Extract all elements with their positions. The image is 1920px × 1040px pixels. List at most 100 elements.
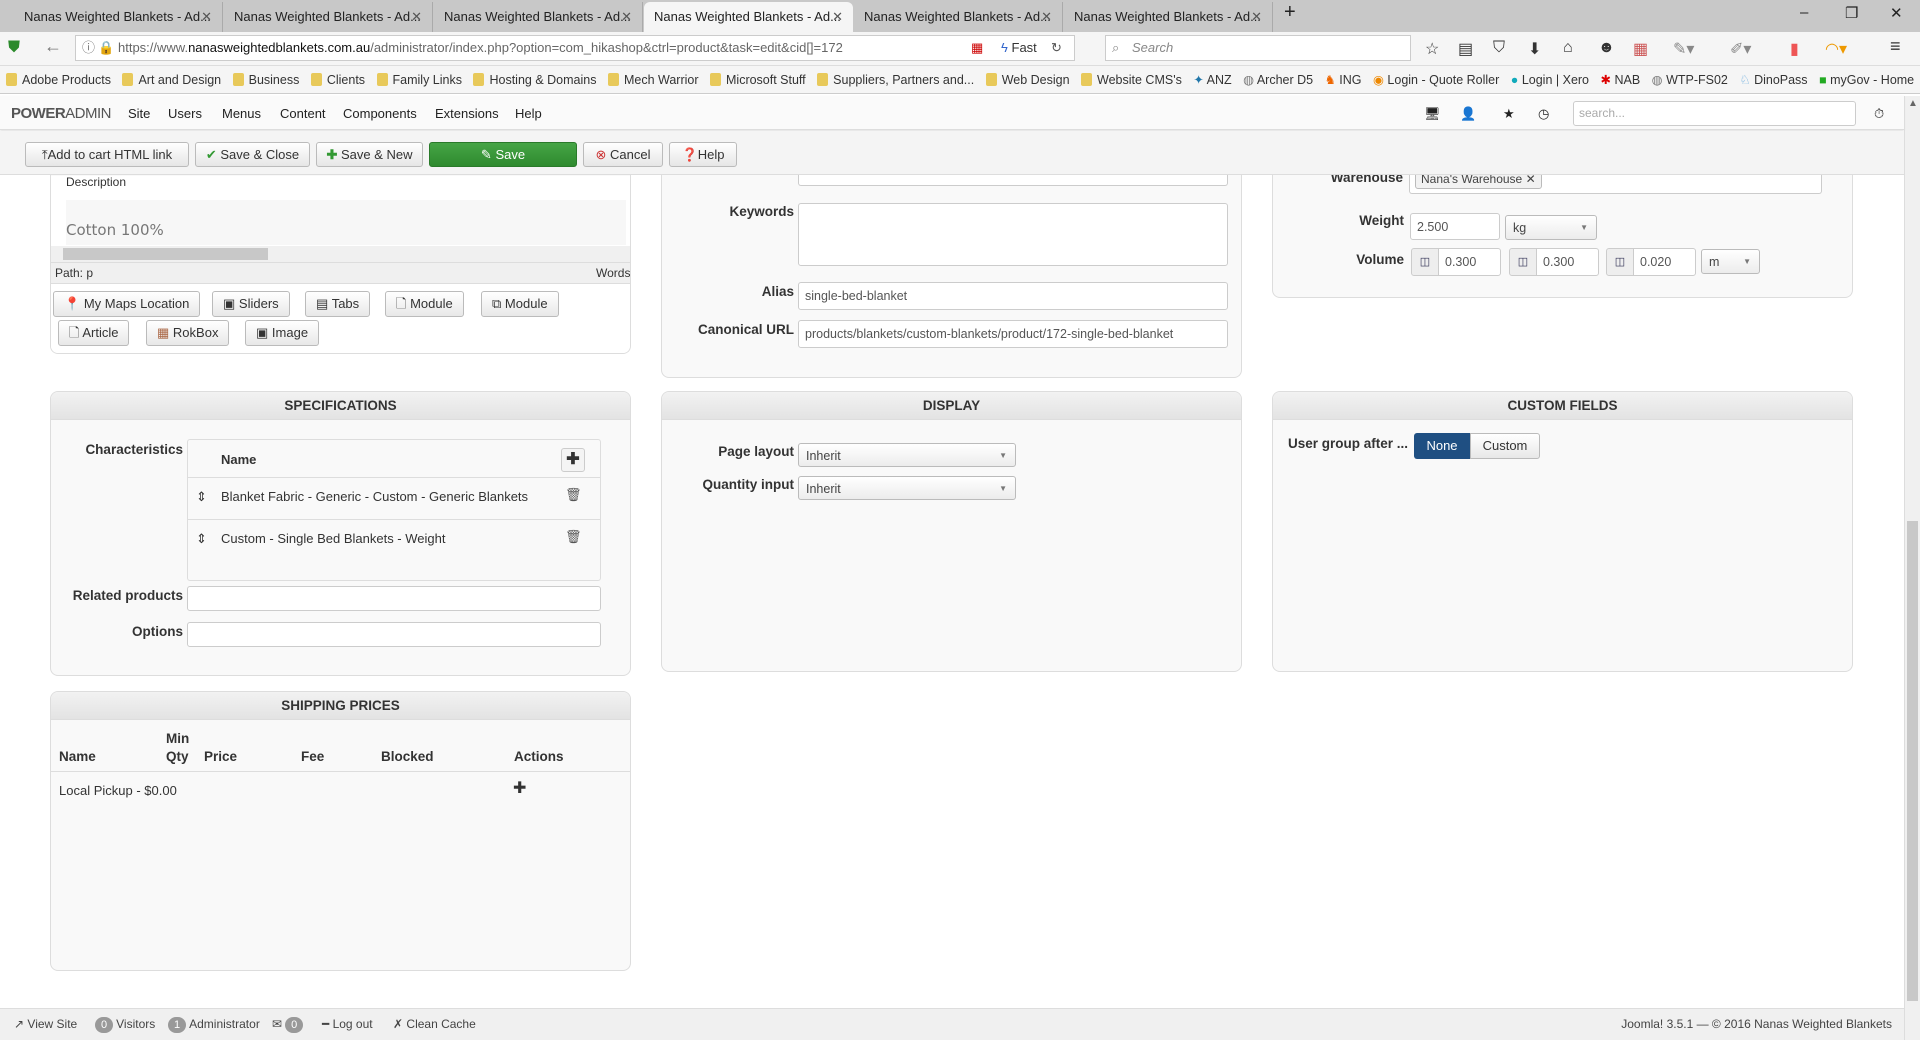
bookmark[interactable]: ✦ ANZ — [1193, 66, 1231, 94]
height-input[interactable]: 0.020 — [1633, 248, 1696, 276]
length-input[interactable]: 0.300 — [1438, 248, 1501, 276]
info-icon[interactable]: ⓘ — [82, 36, 95, 60]
eyedropper-icon[interactable]: ✐▾ — [1730, 39, 1751, 59]
bookmark[interactable]: Suppliers, Partners and... — [817, 66, 974, 94]
save-button[interactable]: ✎ Save — [429, 142, 577, 167]
page-scrollbar[interactable]: ▲ — [1904, 96, 1920, 1040]
my-maps-location-button[interactable]: 📍 My Maps Location — [53, 291, 201, 317]
volume-unit-select[interactable]: m — [1701, 249, 1760, 274]
apps-grid-icon[interactable]: ▦ — [1633, 39, 1648, 59]
extension-icon[interactable]: ✎▾ — [1673, 39, 1694, 59]
back-icon[interactable]: ← — [44, 36, 62, 57]
eraser-icon[interactable]: ▮ — [1790, 39, 1799, 59]
menu-components[interactable]: Components — [343, 106, 417, 121]
reload-icon[interactable]: ↻ — [1051, 36, 1062, 60]
view-site-link[interactable]: ↗ View Site — [14, 1009, 77, 1040]
url-bar[interactable]: ⓘ 🔒 https://www.nanasweightedblankets.co… — [75, 35, 1075, 61]
drag-handle-icon[interactable]: ⇕ — [196, 489, 207, 505]
minimize-button[interactable]: – — [1800, 4, 1808, 21]
module-copy-button[interactable]: ⧉ Module — [481, 291, 559, 317]
browser-tab[interactable]: Nanas Weighted Blankets - Ad... ✕ — [1064, 2, 1273, 32]
trash-icon[interactable]: 🗑 — [565, 487, 582, 503]
bookmark[interactable]: ◍ Archer D5 — [1243, 66, 1313, 94]
administrator-link[interactable]: 1 Administrator — [165, 1009, 260, 1040]
bookmark[interactable]: Family Links — [376, 66, 462, 94]
shield-icon[interactable]: ⛊ — [8, 39, 20, 57]
close-tab-icon[interactable]: ✕ — [832, 2, 843, 32]
download-icon[interactable]: ⬇ — [1528, 39, 1541, 59]
tabs-button[interactable]: ▤ Tabs — [305, 291, 371, 317]
drag-handle-icon[interactable]: ⇕ — [196, 531, 207, 547]
image-button[interactable]: ▣ Image — [245, 320, 320, 346]
restore-button[interactable]: ❐ — [1845, 4, 1858, 22]
browser-search-input[interactable]: ⌕ Search — [1105, 35, 1411, 61]
weight-input[interactable]: 2.500 — [1410, 213, 1500, 240]
pocket-icon[interactable]: ⛉ — [1493, 39, 1505, 57]
bookmark[interactable]: Hosting & Domains — [473, 66, 596, 94]
clock-icon[interactable]: ◷ — [1538, 106, 1549, 122]
alias-input[interactable]: single-bed-blanket — [798, 282, 1228, 310]
save-new-button[interactable]: ✚ Save & New — [316, 142, 423, 167]
module-button[interactable]: 🗋 Module — [385, 291, 464, 317]
scroll-thumb[interactable] — [1907, 521, 1918, 1001]
browser-tab[interactable]: Nanas Weighted Blankets - Ad... ✕ — [854, 2, 1063, 32]
close-tab-icon[interactable]: ✕ — [411, 2, 422, 32]
rokbox-button[interactable]: ▦ RokBox — [146, 320, 230, 346]
close-tab-icon[interactable]: ✕ — [1041, 2, 1052, 32]
close-tab-icon[interactable]: ✕ — [621, 2, 632, 32]
canonical-url-input[interactable]: products/blankets/custom-blankets/produc… — [798, 320, 1228, 348]
bookmark[interactable]: Web Design — [985, 66, 1070, 94]
bookmark[interactable]: Clients — [310, 66, 365, 94]
bookmark-star-icon[interactable]: ☆ — [1425, 39, 1439, 59]
menu-extensions[interactable]: Extensions — [435, 106, 499, 121]
help-button[interactable]: ❓Help — [669, 142, 737, 167]
bookmark[interactable]: ◍ WTP-FS02 — [1652, 66, 1728, 94]
bookmark[interactable]: Adobe Products — [6, 66, 111, 94]
trash-icon[interactable]: 🗑 — [565, 529, 582, 545]
user-icon[interactable]: 👤 — [1460, 106, 1476, 122]
close-tab-icon[interactable]: ✕ — [201, 2, 212, 32]
add-price-icon[interactable]: ✚ — [513, 778, 526, 798]
menu-users[interactable]: Users — [168, 106, 202, 121]
bookmark[interactable]: ✱ NAB — [1601, 66, 1641, 94]
bookmark[interactable]: Art and Design — [122, 66, 221, 94]
browser-tab[interactable]: Nanas Weighted Blankets - Ad... ✕ — [434, 2, 643, 32]
clean-cache-link[interactable]: ✗ Clean Cache — [393, 1009, 476, 1040]
smiley-icon[interactable]: ☻ — [1598, 39, 1615, 57]
admin-search-input[interactable]: search... — [1573, 101, 1856, 126]
add-characteristic-button[interactable]: ✚ — [561, 448, 585, 472]
star-icon[interactable]: ★ — [1503, 106, 1515, 122]
cancel-button[interactable]: ⊗ Cancel — [583, 142, 663, 167]
bookmark[interactable]: Website CMS's — [1081, 66, 1182, 94]
reading-list-icon[interactable]: ▤ — [1458, 39, 1473, 59]
scroll-thumb[interactable] — [63, 248, 268, 260]
article-button[interactable]: 🗋 Article — [58, 320, 130, 346]
menu-content[interactable]: Content — [280, 106, 326, 121]
new-tab-button[interactable]: + — [1284, 1, 1296, 24]
width-input[interactable]: 0.300 — [1536, 248, 1599, 276]
menu-site[interactable]: Site — [128, 106, 150, 121]
bookmark[interactable]: ■ myGov - Home — [1819, 66, 1914, 94]
keywords-textarea[interactable] — [798, 203, 1228, 266]
related-products-input[interactable] — [187, 586, 601, 611]
bookmark[interactable]: Microsoft Stuff — [710, 66, 806, 94]
monitor-icon[interactable]: 🖥 — [1424, 106, 1441, 122]
add-to-cart-html-link-button[interactable]: ⤒Add to cart HTML link — [25, 142, 189, 167]
bookmark[interactable]: Business — [232, 66, 299, 94]
browser-tab[interactable]: Nanas Weighted Blankets - Ad... ✕ — [14, 2, 223, 32]
rainbow-icon[interactable]: ◠▾ — [1825, 39, 1847, 59]
page-layout-select[interactable]: Inherit — [798, 443, 1016, 468]
quantity-input-select[interactable]: Inherit — [798, 476, 1016, 501]
scroll-up-icon[interactable]: ▲ — [1908, 98, 1918, 109]
options-input[interactable] — [187, 622, 601, 647]
visitors-link[interactable]: 0 Visitors — [92, 1009, 155, 1040]
brand-logo[interactable]: POWERADMIN — [11, 105, 112, 122]
browser-tab-active[interactable]: Nanas Weighted Blankets - Ad... ✕ — [644, 2, 853, 32]
editor-content[interactable]: Cotton 100% — [66, 200, 626, 245]
logout-link[interactable]: ━ Log out — [322, 1009, 373, 1040]
editor-horizontal-scrollbar[interactable] — [51, 246, 630, 262]
bookmark[interactable]: ♘ DinoPass — [1739, 66, 1807, 94]
browser-tab[interactable]: Nanas Weighted Blankets - Ad... ✕ — [224, 2, 433, 32]
weight-unit-select[interactable]: kg — [1505, 215, 1597, 240]
hamburger-menu-icon[interactable]: ≡ — [1890, 36, 1901, 57]
